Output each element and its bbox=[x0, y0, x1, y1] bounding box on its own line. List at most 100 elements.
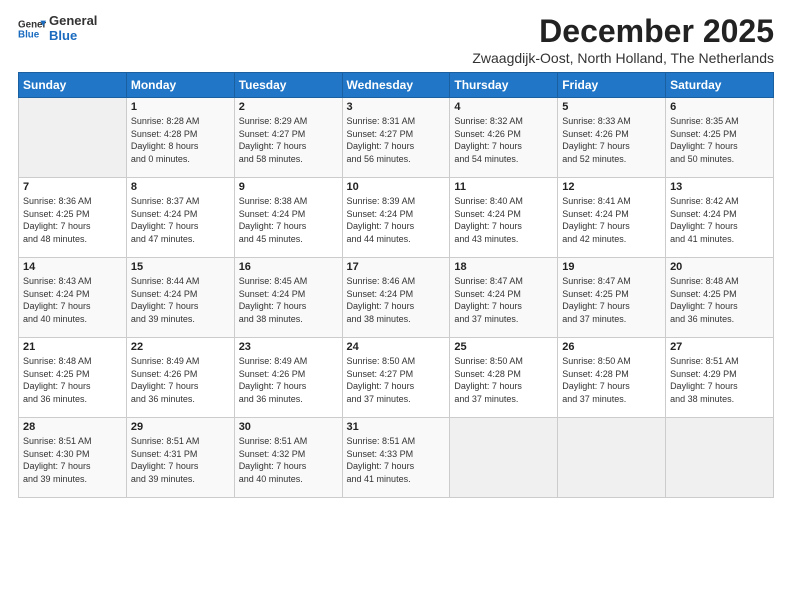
table-row: 2 Sunrise: 8:29 AM Sunset: 4:27 PM Daylig… bbox=[234, 98, 342, 178]
day-info: Sunrise: 8:37 AM Sunset: 4:24 PM Dayligh… bbox=[131, 195, 230, 245]
day-number: 27 bbox=[670, 341, 769, 353]
table-row: 15 Sunrise: 8:44 AM Sunset: 4:24 PM Dayli… bbox=[126, 258, 234, 338]
day-info: Sunrise: 8:51 AM Sunset: 4:29 PM Dayligh… bbox=[670, 355, 769, 405]
svg-text:Blue: Blue bbox=[18, 29, 40, 40]
day-number: 7 bbox=[23, 181, 122, 193]
table-row: 31Sunrise: 8:51 AM Sunset: 4:33 PM Dayli… bbox=[342, 418, 450, 498]
day-number: 4 bbox=[454, 101, 553, 113]
table-row: 20Sunrise: 8:48 AM Sunset: 4:25 PM Dayli… bbox=[666, 258, 774, 338]
day-number: 8 bbox=[131, 181, 230, 193]
table-row: 23 Sunrise: 8:49 AM Sunset: 4:26 PM Dayli… bbox=[234, 338, 342, 418]
day-number: 21 bbox=[23, 341, 122, 353]
day-number: 24 bbox=[347, 341, 446, 353]
calendar-week-row: 14 Sunrise: 8:43 AM Sunset: 4:24 PM Dayli… bbox=[19, 258, 774, 338]
table-row: 19Sunrise: 8:47 AM Sunset: 4:25 PM Dayli… bbox=[558, 258, 666, 338]
table-row: 14 Sunrise: 8:43 AM Sunset: 4:24 PM Dayli… bbox=[19, 258, 127, 338]
day-info: Sunrise: 8:46 AM Sunset: 4:24 PM Dayligh… bbox=[347, 275, 446, 325]
table-row: 13Sunrise: 8:42 AM Sunset: 4:24 PM Dayli… bbox=[666, 178, 774, 258]
table-row: 24Sunrise: 8:50 AM Sunset: 4:27 PM Dayli… bbox=[342, 338, 450, 418]
day-info: Sunrise: 8:45 AM Sunset: 4:24 PM Dayligh… bbox=[239, 275, 338, 325]
table-row: 3Sunrise: 8:31 AM Sunset: 4:27 PM Daylig… bbox=[342, 98, 450, 178]
day-number: 2 bbox=[239, 101, 338, 113]
table-row: 7 Sunrise: 8:36 AM Sunset: 4:25 PM Daylig… bbox=[19, 178, 127, 258]
calendar-page: General Blue General Blue December 2025 … bbox=[0, 0, 792, 612]
day-info: Sunrise: 8:51 AM Sunset: 4:30 PM Dayligh… bbox=[23, 435, 122, 485]
col-friday: Friday bbox=[558, 73, 666, 98]
table-row: 16 Sunrise: 8:45 AM Sunset: 4:24 PM Dayli… bbox=[234, 258, 342, 338]
table-row: 11 Sunrise: 8:40 AM Sunset: 4:24 PM Dayli… bbox=[450, 178, 558, 258]
logo-general-text: General bbox=[49, 14, 97, 29]
day-info: Sunrise: 8:43 AM Sunset: 4:24 PM Dayligh… bbox=[23, 275, 122, 325]
day-number: 25 bbox=[454, 341, 553, 353]
calendar-header-row: Sunday Monday Tuesday Wednesday Thursday… bbox=[19, 73, 774, 98]
day-number: 29 bbox=[131, 421, 230, 433]
day-info: Sunrise: 8:33 AM Sunset: 4:26 PM Dayligh… bbox=[562, 115, 661, 165]
calendar-week-row: 1 Sunrise: 8:28 AM Sunset: 4:28 PM Daylig… bbox=[19, 98, 774, 178]
day-number: 23 bbox=[239, 341, 338, 353]
table-row: 25Sunrise: 8:50 AM Sunset: 4:28 PM Dayli… bbox=[450, 338, 558, 418]
day-info: Sunrise: 8:51 AM Sunset: 4:31 PM Dayligh… bbox=[131, 435, 230, 485]
day-info: Sunrise: 8:47 AM Sunset: 4:25 PM Dayligh… bbox=[562, 275, 661, 325]
table-row: 28 Sunrise: 8:51 AM Sunset: 4:30 PM Dayli… bbox=[19, 418, 127, 498]
table-row: 4 Sunrise: 8:32 AM Sunset: 4:26 PM Daylig… bbox=[450, 98, 558, 178]
day-info: Sunrise: 8:47 AM Sunset: 4:24 PM Dayligh… bbox=[454, 275, 553, 325]
day-number: 6 bbox=[670, 101, 769, 113]
day-number: 12 bbox=[562, 181, 661, 193]
day-info: Sunrise: 8:49 AM Sunset: 4:26 PM Dayligh… bbox=[239, 355, 338, 405]
day-info: Sunrise: 8:50 AM Sunset: 4:28 PM Dayligh… bbox=[562, 355, 661, 405]
day-info: Sunrise: 8:40 AM Sunset: 4:24 PM Dayligh… bbox=[454, 195, 553, 245]
title-block: December 2025 Zwaagdijk-Oost, North Holl… bbox=[472, 14, 774, 66]
calendar-week-row: 7 Sunrise: 8:36 AM Sunset: 4:25 PM Daylig… bbox=[19, 178, 774, 258]
day-info: Sunrise: 8:36 AM Sunset: 4:25 PM Dayligh… bbox=[23, 195, 122, 245]
day-info: Sunrise: 8:28 AM Sunset: 4:28 PM Dayligh… bbox=[131, 115, 230, 165]
logo-blue-text: Blue bbox=[49, 29, 97, 44]
day-number: 1 bbox=[131, 101, 230, 113]
table-row: 29 Sunrise: 8:51 AM Sunset: 4:31 PM Dayli… bbox=[126, 418, 234, 498]
day-number: 10 bbox=[347, 181, 446, 193]
day-number: 17 bbox=[347, 261, 446, 273]
day-number: 9 bbox=[239, 181, 338, 193]
col-wednesday: Wednesday bbox=[342, 73, 450, 98]
table-row: 18 Sunrise: 8:47 AM Sunset: 4:24 PM Dayli… bbox=[450, 258, 558, 338]
calendar-week-row: 28 Sunrise: 8:51 AM Sunset: 4:30 PM Dayli… bbox=[19, 418, 774, 498]
day-number: 16 bbox=[239, 261, 338, 273]
table-row bbox=[666, 418, 774, 498]
calendar-table: Sunday Monday Tuesday Wednesday Thursday… bbox=[18, 72, 774, 498]
day-info: Sunrise: 8:44 AM Sunset: 4:24 PM Dayligh… bbox=[131, 275, 230, 325]
logo: General Blue General Blue bbox=[18, 14, 97, 44]
col-sunday: Sunday bbox=[19, 73, 127, 98]
day-number: 14 bbox=[23, 261, 122, 273]
day-info: Sunrise: 8:41 AM Sunset: 4:24 PM Dayligh… bbox=[562, 195, 661, 245]
day-info: Sunrise: 8:51 AM Sunset: 4:33 PM Dayligh… bbox=[347, 435, 446, 485]
day-info: Sunrise: 8:29 AM Sunset: 4:27 PM Dayligh… bbox=[239, 115, 338, 165]
calendar-week-row: 21 Sunrise: 8:48 AM Sunset: 4:25 PM Dayli… bbox=[19, 338, 774, 418]
table-row: 8 Sunrise: 8:37 AM Sunset: 4:24 PM Daylig… bbox=[126, 178, 234, 258]
table-row: 12 Sunrise: 8:41 AM Sunset: 4:24 PM Dayli… bbox=[558, 178, 666, 258]
col-saturday: Saturday bbox=[666, 73, 774, 98]
day-number: 28 bbox=[23, 421, 122, 433]
day-number: 3 bbox=[347, 101, 446, 113]
table-row: 5Sunrise: 8:33 AM Sunset: 4:26 PM Daylig… bbox=[558, 98, 666, 178]
table-row bbox=[19, 98, 127, 178]
logo-icon: General Blue bbox=[18, 15, 46, 43]
day-number: 22 bbox=[131, 341, 230, 353]
table-row: 1 Sunrise: 8:28 AM Sunset: 4:28 PM Daylig… bbox=[126, 98, 234, 178]
table-row: 21 Sunrise: 8:48 AM Sunset: 4:25 PM Dayli… bbox=[19, 338, 127, 418]
table-row: 17 Sunrise: 8:46 AM Sunset: 4:24 PM Dayli… bbox=[342, 258, 450, 338]
day-number: 13 bbox=[670, 181, 769, 193]
day-info: Sunrise: 8:48 AM Sunset: 4:25 PM Dayligh… bbox=[23, 355, 122, 405]
calendar-title: December 2025 bbox=[472, 14, 774, 49]
day-number: 15 bbox=[131, 261, 230, 273]
table-row: 6Sunrise: 8:35 AM Sunset: 4:25 PM Daylig… bbox=[666, 98, 774, 178]
day-info: Sunrise: 8:32 AM Sunset: 4:26 PM Dayligh… bbox=[454, 115, 553, 165]
table-row bbox=[558, 418, 666, 498]
col-tuesday: Tuesday bbox=[234, 73, 342, 98]
col-monday: Monday bbox=[126, 73, 234, 98]
day-info: Sunrise: 8:39 AM Sunset: 4:24 PM Dayligh… bbox=[347, 195, 446, 245]
table-row: 22Sunrise: 8:49 AM Sunset: 4:26 PM Dayli… bbox=[126, 338, 234, 418]
day-number: 26 bbox=[562, 341, 661, 353]
day-info: Sunrise: 8:48 AM Sunset: 4:25 PM Dayligh… bbox=[670, 275, 769, 325]
table-row bbox=[450, 418, 558, 498]
day-number: 11 bbox=[454, 181, 553, 193]
day-number: 18 bbox=[454, 261, 553, 273]
